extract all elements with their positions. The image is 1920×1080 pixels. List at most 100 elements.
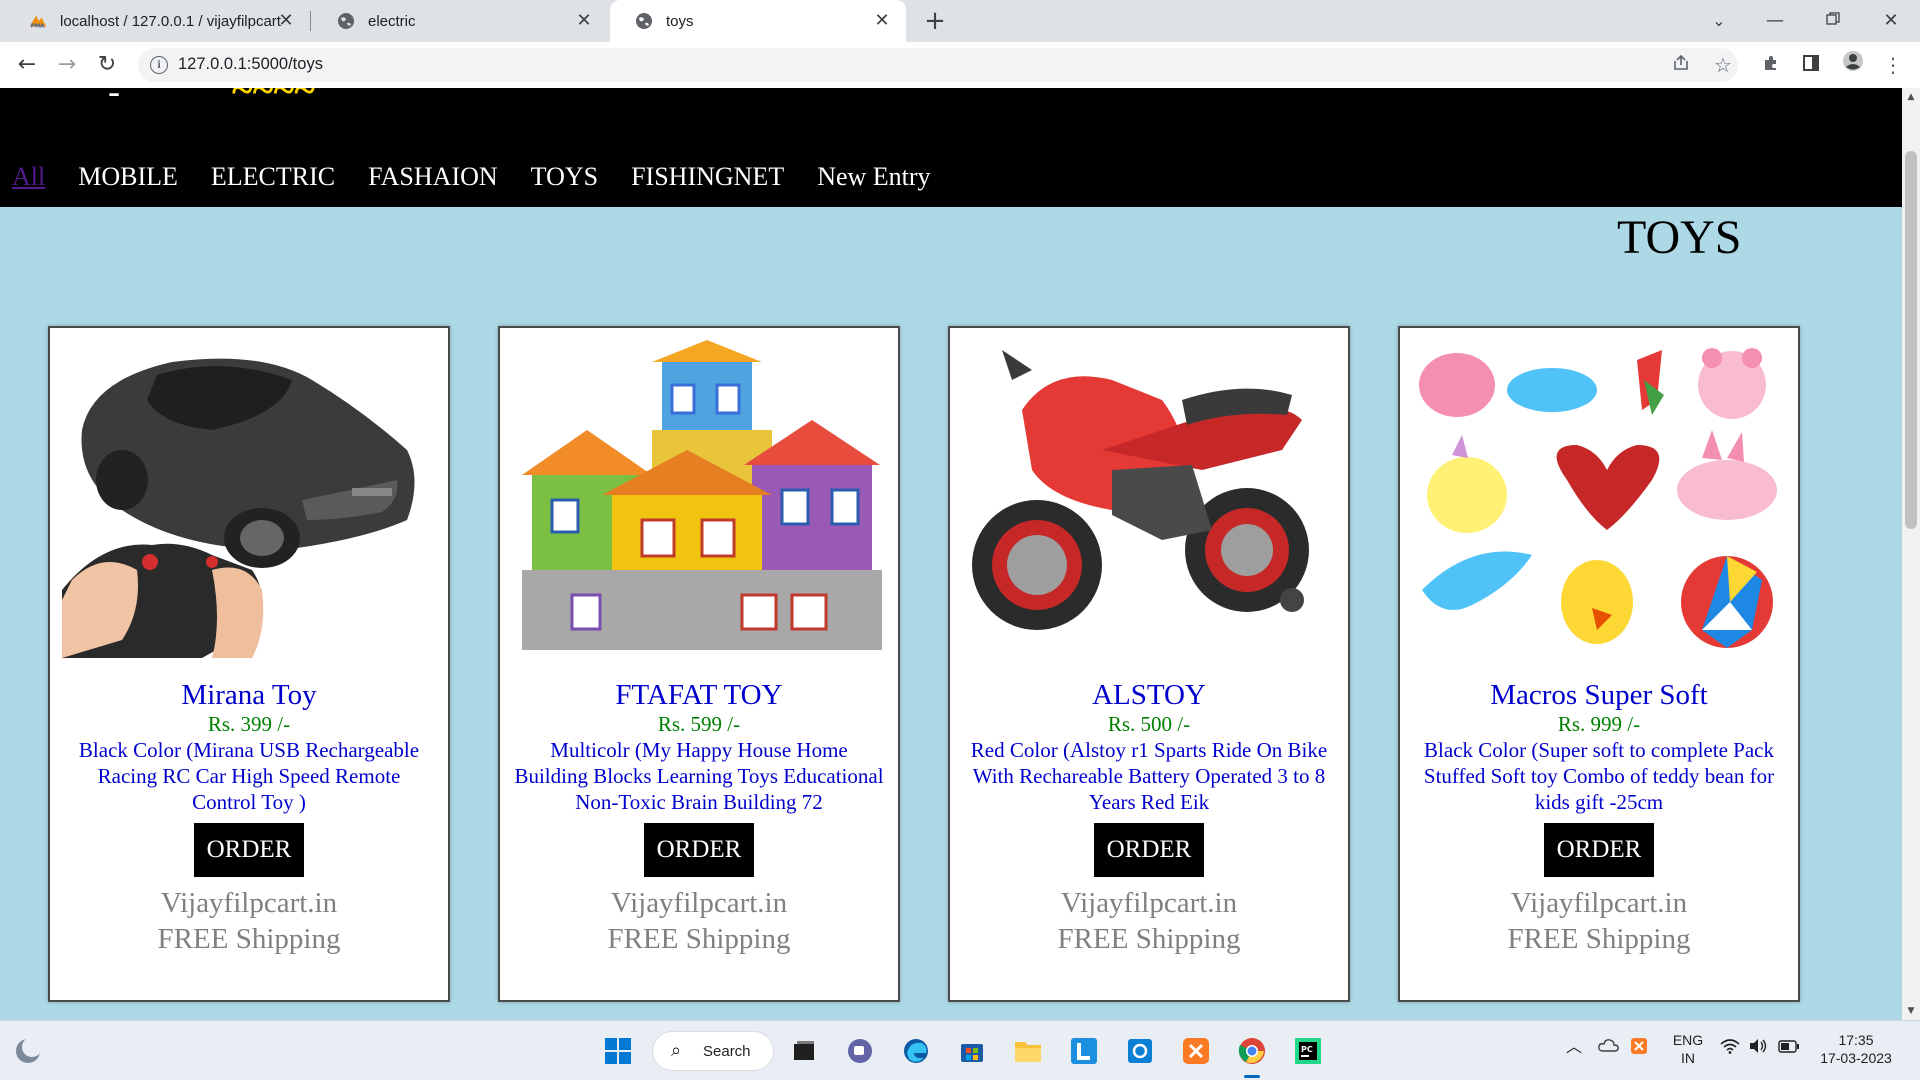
order-button[interactable]: ORDER <box>193 823 305 877</box>
phpmyadmin-icon: PMA <box>28 11 48 31</box>
tab-title: toys <box>666 12 694 30</box>
extensions-puzzle-icon[interactable] <box>1756 50 1786 80</box>
product-description: Black Color (Super soft to complete Pack… <box>1423 738 1775 814</box>
share-icon[interactable] <box>1666 50 1696 80</box>
windows-taskbar: ⌕ Search PC ︿ ENG IN 17:35 17-03-2023 <box>0 1020 1920 1080</box>
clock[interactable]: 17:35 17-03-2023 <box>1814 1031 1898 1067</box>
wifi-icon[interactable] <box>1720 1038 1740 1058</box>
order-button[interactable]: ORDER <box>1093 823 1205 877</box>
rc-car-image[interactable] <box>62 340 436 658</box>
weather-widget-icon[interactable] <box>10 1033 46 1069</box>
file-explorer-icon[interactable] <box>1010 1033 1046 1069</box>
nav-link-all[interactable]: All <box>12 162 45 192</box>
globe-icon <box>336 11 356 31</box>
nav-link-new-entry[interactable]: New Entry <box>817 162 930 192</box>
category-nav: All MOBILE ELECTRIC FASHAION TOYS FISHIN… <box>12 162 964 192</box>
url-text[interactable]: 127.0.0.1:5000/toys <box>178 55 323 74</box>
product-description: Black Color (Mirana USB Rechargeable Rac… <box>78 738 420 814</box>
product-card: Mirana Toy Rs. 399 /- Black Color (Miran… <box>48 326 450 1002</box>
teams-chat-icon[interactable] <box>842 1033 878 1069</box>
reload-icon[interactable]: ↻ <box>92 50 122 80</box>
tab-toys[interactable]: toys ✕ <box>610 0 906 42</box>
address-bar[interactable]: i 127.0.0.1:5000/toys <box>138 48 1738 82</box>
site-header: - ~~~~ All MOBILE ELECTRIC FASHAION TOYS… <box>0 88 1902 207</box>
xampp-tray-icon[interactable] <box>1630 1037 1648 1059</box>
forward-arrow-icon[interactable]: → <box>52 50 82 80</box>
close-window-icon[interactable]: ✕ <box>1876 6 1906 36</box>
product-price: Rs. 399 /- <box>207 712 291 736</box>
xampp-icon[interactable] <box>1178 1033 1214 1069</box>
tab-phpmyadmin[interactable]: PMA localhost / 127.0.0.1 / vijayfilpcar… <box>4 0 310 42</box>
product-name[interactable]: Mirana Toy <box>60 678 438 712</box>
show-hidden-icons-chevron[interactable]: ︿ <box>1566 1039 1582 1057</box>
building-blocks-image[interactable] <box>512 340 886 658</box>
tab-electric[interactable]: electric ✕ <box>312 0 608 42</box>
product-description: Multicolr (My Happy House Home Building … <box>514 738 884 814</box>
chrome-menu-icon[interactable]: ⋮ <box>1878 50 1908 80</box>
brand-label: Vijayfilpcart.in <box>1510 887 1688 919</box>
profile-avatar-icon[interactable] <box>1838 50 1868 80</box>
onedrive-cloud-icon[interactable] <box>1598 1037 1620 1057</box>
svg-text:PC: PC <box>1301 1045 1313 1054</box>
product-name[interactable]: FTAFAT TOY <box>510 678 888 712</box>
soft-toys-image[interactable] <box>1412 340 1786 658</box>
minimize-icon[interactable]: — <box>1760 6 1790 36</box>
svg-text:PMA: PMA <box>31 23 45 29</box>
shipping-label: FREE Shipping <box>1057 923 1241 955</box>
order-button[interactable]: ORDER <box>643 823 755 877</box>
page-viewport: - ~~~~ All MOBILE ELECTRIC FASHAION TOYS… <box>0 88 1902 1020</box>
page-title: TOYS <box>1617 211 1742 264</box>
bookmark-star-icon[interactable]: ☆ <box>1708 50 1738 80</box>
ride-on-bike-image[interactable] <box>962 340 1336 658</box>
product-price: Rs. 500 /- <box>1107 712 1191 736</box>
windows-start-icon[interactable] <box>600 1033 636 1069</box>
browser-tab-strip: PMA localhost / 127.0.0.1 / vijayfilpcar… <box>0 0 1920 42</box>
close-tab-icon[interactable]: ✕ <box>574 11 594 31</box>
tab-title: localhost / 127.0.0.1 / vijayfilpcart <box>60 12 281 30</box>
site-info-icon[interactable]: i <box>150 56 168 74</box>
launcher-l-icon[interactable] <box>1066 1033 1102 1069</box>
product-name[interactable]: ALSTOY <box>960 678 1338 712</box>
new-tab-button[interactable]: + <box>921 8 949 36</box>
back-arrow-icon[interactable]: ← <box>12 50 42 80</box>
scrollbar-thumb[interactable] <box>1905 151 1917 529</box>
order-button[interactable]: ORDER <box>1543 823 1655 877</box>
nav-link-fishingnet[interactable]: FISHINGNET <box>631 162 784 192</box>
close-tab-icon[interactable]: ✕ <box>276 11 296 31</box>
nav-link-electric[interactable]: ELECTRIC <box>211 162 335 192</box>
edge-browser-icon[interactable] <box>898 1033 934 1069</box>
search-icon: ⌕ <box>671 1040 682 1061</box>
restore-icon[interactable] <box>1818 6 1848 36</box>
chrome-icon[interactable] <box>1234 1033 1270 1069</box>
page-scrollbar[interactable]: ▲ ▼ <box>1902 88 1920 1020</box>
microsoft-store-icon[interactable] <box>954 1033 990 1069</box>
nav-link-toys[interactable]: TOYS <box>531 162 598 192</box>
blue-app-icon[interactable] <box>1122 1033 1158 1069</box>
product-info: Mirana Toy Rs. 399 /- Black Color (Miran… <box>60 678 438 957</box>
taskbar-search-box[interactable]: ⌕ Search <box>652 1031 774 1071</box>
product-info: FTAFAT TOY Rs. 599 /- Multicolr (My Happ… <box>510 678 888 957</box>
close-tab-icon[interactable]: ✕ <box>872 11 892 31</box>
globe-icon <box>634 11 654 31</box>
battery-icon[interactable] <box>1778 1039 1800 1057</box>
clock-time: 17:35 <box>1838 1032 1874 1048</box>
nav-link-mobile[interactable]: MOBILE <box>78 162 178 192</box>
logo-fragment-mark: - <box>108 88 120 111</box>
brand-label: Vijayfilpcart.in <box>160 887 338 919</box>
side-panel-icon[interactable] <box>1796 50 1826 80</box>
language-indicator[interactable]: ENG IN <box>1666 1031 1710 1067</box>
product-info: ALSTOY Rs. 500 /- Red Color (Alstoy r1 S… <box>960 678 1338 957</box>
shipping-label: FREE Shipping <box>1507 923 1691 955</box>
product-card: ALSTOY Rs. 500 /- Red Color (Alstoy r1 S… <box>948 326 1350 1002</box>
task-view-icon[interactable] <box>786 1033 822 1069</box>
scroll-up-arrow-icon[interactable]: ▲ <box>1906 92 1916 102</box>
brand-label: Vijayfilpcart.in <box>610 887 788 919</box>
nav-link-fashaion[interactable]: FASHAION <box>368 162 498 192</box>
product-name[interactable]: Macros Super Soft <box>1410 678 1788 712</box>
active-app-indicator <box>1244 1075 1260 1078</box>
volume-icon[interactable] <box>1748 1038 1768 1058</box>
tab-search-chevron-icon[interactable]: ⌄ <box>1704 6 1734 36</box>
product-card: FTAFAT TOY Rs. 599 /- Multicolr (My Happ… <box>498 326 900 1002</box>
pycharm-icon[interactable]: PC <box>1290 1033 1326 1069</box>
scroll-down-arrow-icon[interactable]: ▼ <box>1906 1006 1916 1016</box>
